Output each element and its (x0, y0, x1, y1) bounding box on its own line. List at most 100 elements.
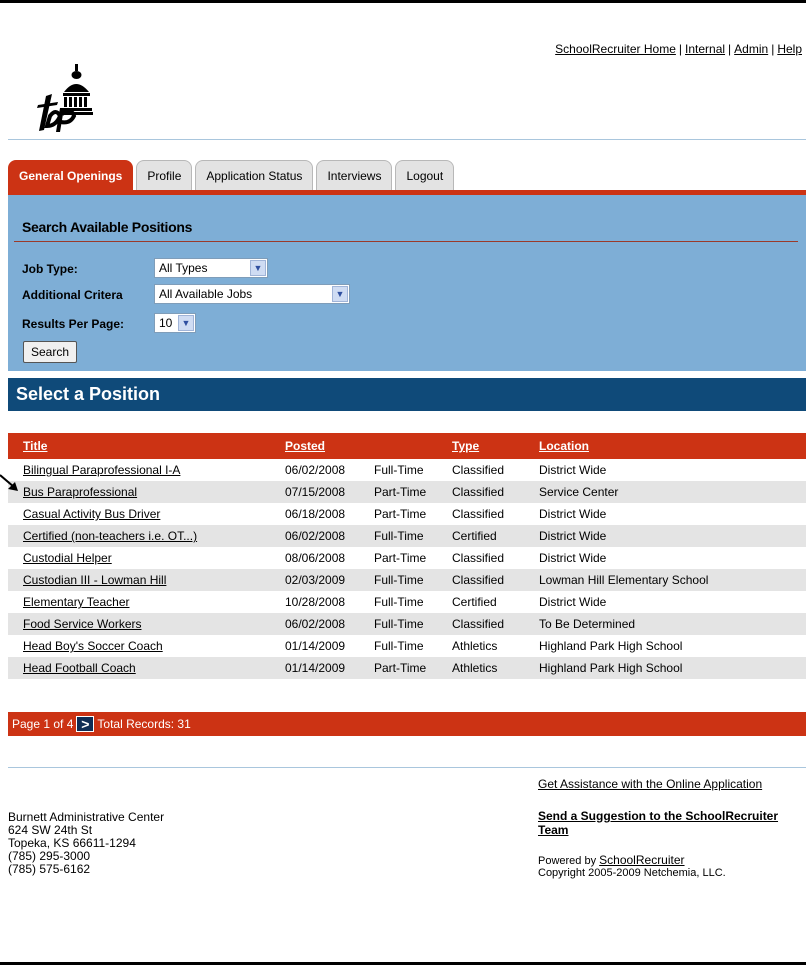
position-hours: Full-Time (374, 595, 424, 609)
sort-title-link[interactable]: Title (8, 433, 270, 459)
table-header-row: Title Posted Type Location (8, 433, 806, 459)
position-title-link[interactable]: Custodian III - Lowman Hill (23, 573, 166, 587)
job-type-select[interactable]: All Types ▼ (154, 258, 268, 278)
district-logo (37, 64, 93, 132)
position-title-link[interactable]: Food Service Workers (23, 617, 141, 631)
phone-line: (785) 575-6162 (8, 862, 91, 876)
results-per-page-label: Results Per Page: (22, 317, 125, 331)
posted-date: 08/06/2008 (285, 551, 346, 565)
main-tabs: General Openings Profile Application Sta… (8, 160, 455, 190)
position-location: District Wide (539, 595, 607, 609)
arrow-pointer-icon (0, 474, 18, 491)
position-type: Classified (452, 551, 505, 565)
position-type: Classified (452, 463, 505, 477)
posted-date: 02/03/2009 (285, 573, 346, 587)
posted-date: 10/28/2008 (285, 595, 346, 609)
position-type: Certified (452, 529, 497, 543)
schoolrecruiter-home-link[interactable]: SchoolRecruiter Home (555, 42, 676, 56)
position-title-link[interactable]: Custodial Helper (23, 551, 112, 565)
search-title-divider (14, 241, 798, 242)
position-location: District Wide (539, 507, 607, 521)
results-per-page-value: 10 (159, 316, 173, 330)
chevron-down-icon: ▼ (250, 260, 266, 276)
search-button[interactable]: Search (23, 341, 78, 363)
tab-application-status[interactable]: Application Status (195, 160, 314, 190)
search-panel: Search Available Positions Job Type: All… (8, 195, 806, 371)
position-location: District Wide (539, 529, 607, 543)
position-title-link[interactable]: Casual Activity Bus Driver (23, 507, 160, 521)
table-row: Bilingual Paraprofessional I-A 06/02/200… (8, 459, 806, 481)
table-row: Custodian III - Lowman Hill 02/03/2009 F… (8, 569, 806, 591)
table-row: Head Boy's Soccer Coach 01/14/2009 Full-… (8, 635, 806, 657)
tab-profile[interactable]: Profile (136, 160, 193, 190)
position-type: Classified (452, 507, 505, 521)
table-row: Elementary Teacher 10/28/2008 Full-Time … (8, 591, 806, 613)
position-type: Classified (452, 573, 505, 587)
chevron-down-icon: ▼ (332, 286, 348, 302)
separator: | (771, 42, 775, 56)
position-hours: Full-Time (374, 639, 424, 653)
admin-link[interactable]: Admin (734, 42, 768, 56)
total-records: Total Records: 31 (97, 717, 191, 731)
position-hours: Full-Time (374, 573, 424, 587)
page-indicator: Page 1 of 4 (12, 717, 74, 731)
table-row: Certified (non-teachers i.e. OT...) 06/0… (8, 525, 806, 547)
powered-by-label: Powered by (538, 855, 597, 867)
window-top-border (0, 0, 806, 3)
sort-posted-link[interactable]: Posted (270, 433, 359, 459)
tab-logout[interactable]: Logout (395, 160, 455, 190)
position-hours: Part-Time (374, 485, 427, 499)
get-assistance-link[interactable]: Get Assistance with the Online Applicati… (538, 777, 798, 791)
posted-date: 01/14/2009 (285, 661, 346, 675)
position-hours: Part-Time (374, 507, 427, 521)
position-location: Highland Park High School (539, 639, 683, 653)
table-row: Head Football Coach 01/14/2009 Part-Time… (8, 657, 806, 679)
position-type: Athletics (452, 661, 498, 675)
additional-criteria-select[interactable]: All Available Jobs ▼ (154, 284, 350, 304)
posted-date: 06/02/2008 (285, 529, 346, 543)
internal-link[interactable]: Internal (685, 42, 725, 56)
position-location: Highland Park High School (539, 661, 683, 675)
position-location: Lowman Hill Elementary School (539, 573, 709, 587)
top-links: SchoolRecruiter Home | Internal | Admin | Help (555, 42, 802, 56)
posted-date: 06/02/2008 (285, 463, 346, 477)
position-type: Classified (452, 617, 505, 631)
powered-by: Powered by SchoolRecruiter Copyright 200… (538, 854, 798, 879)
help-link[interactable]: Help (777, 42, 802, 56)
send-suggestion-link[interactable]: Send a Suggestion to the SchoolRecruiter… (538, 809, 798, 837)
tab-interviews[interactable]: Interviews (316, 160, 393, 190)
position-title-link[interactable]: Bilingual Paraprofessional I-A (23, 463, 180, 477)
separator: | (678, 42, 683, 56)
position-title-link[interactable]: Bus Paraprofessional (23, 485, 137, 499)
next-page-button[interactable]: > (76, 716, 95, 732)
results-per-page-select[interactable]: 10 ▼ (154, 313, 196, 333)
table-row: Casual Activity Bus Driver 06/18/2008 Pa… (8, 503, 806, 525)
position-location: To Be Determined (539, 617, 636, 631)
position-hours: Full-Time (374, 529, 424, 543)
table-row: Custodial Helper 08/06/2008 Part-Time Cl… (8, 547, 806, 569)
footer-links: Get Assistance with the Online Applicati… (538, 777, 798, 879)
table-row: Food Service Workers 06/02/2008 Full-Tim… (8, 613, 806, 635)
position-title-link[interactable]: Head Football Coach (23, 661, 136, 675)
position-title-link[interactable]: Head Boy's Soccer Coach (23, 639, 163, 653)
posted-date: 06/18/2008 (285, 507, 346, 521)
position-title-link[interactable]: Elementary Teacher (23, 595, 130, 609)
position-type: Certified (452, 595, 497, 609)
hours-header (359, 433, 437, 459)
position-title-link[interactable]: Certified (non-teachers i.e. OT...) (23, 529, 197, 543)
schoolrecruiter-link[interactable]: SchoolRecruiter (599, 853, 684, 867)
copyright: Copyright 2005-2009 Netchemia, LLC. (538, 867, 726, 879)
position-hours: Part-Time (374, 551, 427, 565)
sort-location-link[interactable]: Location (524, 433, 806, 459)
position-hours: Full-Time (374, 463, 424, 477)
position-location: District Wide (539, 463, 607, 477)
additional-criteria-value: All Available Jobs (159, 287, 253, 301)
position-type: Classified (452, 485, 505, 499)
tab-general-openings[interactable]: General Openings (8, 160, 134, 190)
position-location: District Wide (539, 551, 607, 565)
select-position-header: Select a Position (8, 378, 806, 411)
posted-date: 07/15/2008 (285, 485, 346, 499)
separator: | (728, 42, 732, 56)
search-panel-title: Search Available Positions (22, 219, 193, 235)
sort-type-link[interactable]: Type (437, 433, 524, 459)
